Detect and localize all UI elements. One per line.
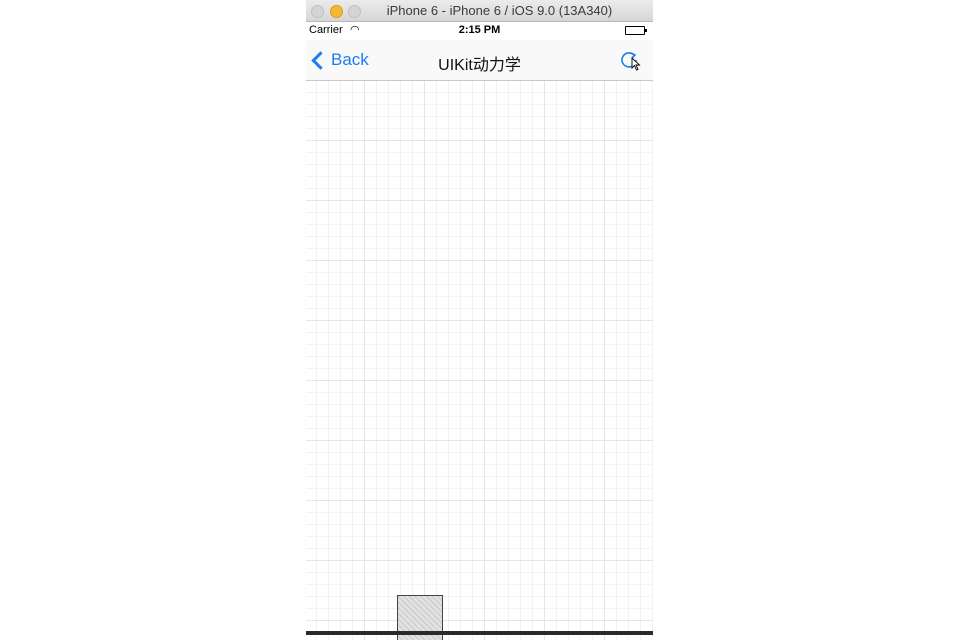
page-title: UIKit动力学 [438,57,521,74]
mouse-cursor-icon [631,57,641,71]
battery-icon [625,26,647,35]
navigation-bar: Back UIKit动力学 [306,40,653,81]
dynamics-canvas[interactable] [306,81,653,640]
ground-boundary [306,631,653,635]
status-bar: Carrier ◠ 2:15 PM [306,22,653,40]
simulator-window: iPhone 6 - iPhone 6 / iOS 9.0 (13A340) C… [306,0,653,640]
status-time: 2:15 PM [458,24,501,36]
window-titlebar[interactable]: iPhone 6 - iPhone 6 / iOS 9.0 (13A340) [306,0,653,22]
window-title: iPhone 6 - iPhone 6 / iOS 9.0 (13A340) [386,3,613,18]
